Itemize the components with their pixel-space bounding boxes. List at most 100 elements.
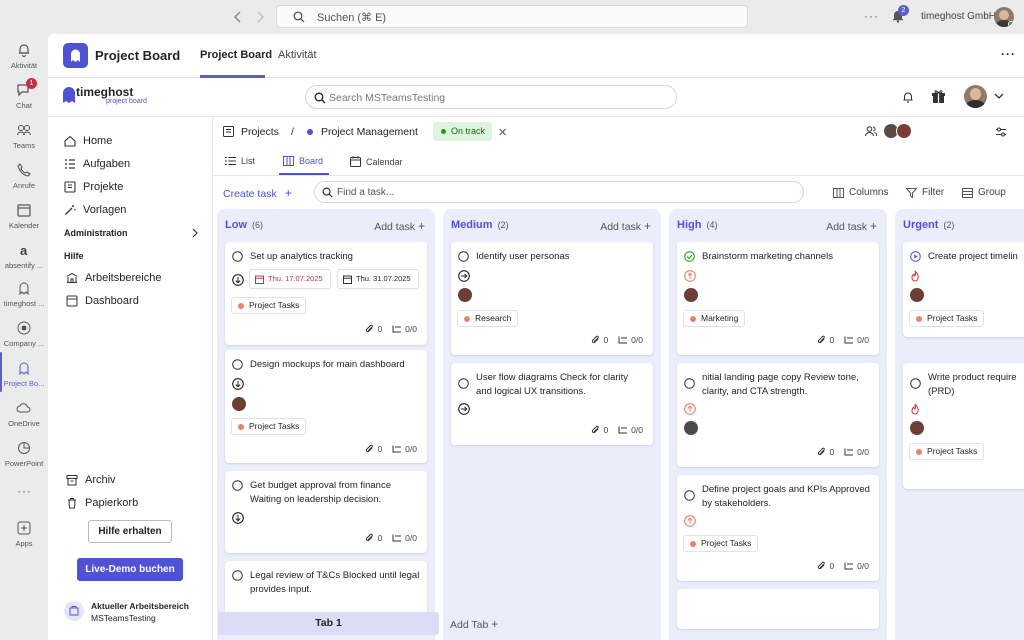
status-badge[interactable]: On track xyxy=(433,122,492,141)
forward-arrow-icon[interactable] xyxy=(252,9,268,25)
timeghost-icon xyxy=(19,282,29,296)
rail-item-apps[interactable]: Apps xyxy=(0,520,48,548)
sidebar-item-home[interactable]: Home xyxy=(64,135,112,147)
task-checkbox-icon[interactable] xyxy=(232,570,243,581)
sidebar-item-trash[interactable]: Papierkorb xyxy=(66,497,138,509)
workspace-search-input[interactable]: Search MSTeamsTesting xyxy=(305,85,677,109)
columns-button[interactable]: Columns xyxy=(833,187,888,198)
rail-item-company[interactable]: Company ... xyxy=(0,320,48,348)
rail-item-onedrive[interactable]: OneDrive xyxy=(0,400,48,428)
subtasks-icon xyxy=(844,336,854,343)
task-card[interactable] xyxy=(677,589,879,629)
sheet-tab-1[interactable]: Tab 1 xyxy=(218,612,439,635)
rail-item-powerpoint[interactable]: PowerPoint xyxy=(0,440,48,468)
tag-pill[interactable]: Project Tasks xyxy=(909,443,985,460)
sidebar-item-templates[interactable]: Vorlagen xyxy=(64,204,126,216)
global-search-input[interactable]: Suchen (⌘ E) xyxy=(276,5,748,28)
start-date[interactable]: Thu. 17.07.2025 xyxy=(249,269,331,289)
section-administration[interactable]: Administration xyxy=(64,228,128,238)
app-more-icon[interactable]: ··· xyxy=(1001,47,1016,61)
task-checkbox-icon[interactable] xyxy=(232,359,243,370)
members-icon[interactable] xyxy=(865,125,877,137)
sidebar-item-archive[interactable]: Archiv xyxy=(66,474,116,486)
live-demo-button[interactable]: Live-Demo buchen xyxy=(77,558,183,581)
sidebar-item-tasks[interactable]: Aufgaben xyxy=(64,158,130,170)
add-tab-button[interactable]: Add Tab + xyxy=(450,617,498,631)
task-card[interactable]: Identify user personas Research 0 0/0 xyxy=(451,242,653,355)
task-checkbox-icon[interactable] xyxy=(684,490,695,501)
find-task-input[interactable]: Find a task... xyxy=(314,181,804,203)
more-options-icon[interactable]: ··· xyxy=(864,9,879,23)
breadcrumb-project[interactable]: Project Management xyxy=(321,126,418,138)
tag-pill[interactable]: Research xyxy=(457,310,519,327)
chevron-down-icon[interactable] xyxy=(994,92,1004,100)
assignee-avatar[interactable] xyxy=(684,421,698,435)
task-title: Define project goals and KPIs Approved b… xyxy=(702,484,870,509)
end-date[interactable]: Thu. 31.07.2025 xyxy=(337,269,419,289)
rail-item-project-board[interactable]: Project Bo... xyxy=(0,360,48,388)
rail-item-activity[interactable]: Aktivität xyxy=(0,42,48,70)
gift-icon[interactable] xyxy=(931,89,946,104)
more-apps-icon[interactable]: ··· xyxy=(17,484,32,498)
add-task-button[interactable]: Add task + xyxy=(826,219,877,233)
task-checkbox-icon[interactable] xyxy=(458,251,469,262)
task-card[interactable]: Create project timelin Project Tasks xyxy=(903,242,1024,337)
task-in-progress-icon[interactable] xyxy=(910,251,921,262)
member-avatar[interactable] xyxy=(896,123,912,139)
settings-sliders-icon[interactable] xyxy=(995,126,1007,138)
chevron-right-icon[interactable] xyxy=(192,228,198,238)
task-card[interactable]: Get budget approval from finance Waiting… xyxy=(225,471,427,553)
assignee-avatar[interactable] xyxy=(910,421,924,435)
bell-icon[interactable] xyxy=(901,90,915,104)
task-card[interactable]: Brainstorm marketing channels Marketing … xyxy=(677,242,879,355)
add-task-button[interactable]: Add task + xyxy=(374,219,425,233)
view-tabs: List Board Calendar xyxy=(213,146,1024,176)
profile-avatar[interactable] xyxy=(964,85,987,108)
tag-pill[interactable]: Project Tasks xyxy=(231,418,307,435)
group-button[interactable]: Group xyxy=(962,187,1006,198)
task-card[interactable]: Write product require (PRD) Project Task… xyxy=(903,363,1024,489)
task-checkbox-icon[interactable] xyxy=(232,251,243,262)
tag-pill[interactable]: Project Tasks xyxy=(231,297,307,314)
task-card[interactable]: User flow diagrams Check for clarity and… xyxy=(451,363,653,445)
tag-pill[interactable]: Project Tasks xyxy=(909,310,985,327)
task-checkbox-icon[interactable] xyxy=(232,480,243,491)
help-button[interactable]: Hilfe erhalten xyxy=(88,520,172,543)
task-card[interactable]: nitial landing page copy Review tone, cl… xyxy=(677,363,879,467)
task-card[interactable]: Set up analytics tracking Thu. 17.07.202… xyxy=(225,242,427,345)
sidebar-item-projects[interactable]: Projekte xyxy=(64,181,123,193)
task-card[interactable]: Design mockups for main dashboard Projec… xyxy=(225,350,427,463)
rail-item-chat[interactable]: Chat 1 xyxy=(0,78,48,110)
filter-button[interactable]: Filter xyxy=(906,187,944,198)
breadcrumb-projects[interactable]: Projects xyxy=(241,126,279,138)
task-checkbox-icon[interactable] xyxy=(684,378,695,389)
assignee-avatar[interactable] xyxy=(232,397,246,411)
sidebar-item-workspaces[interactable]: Arbeitsbereiche xyxy=(66,272,161,284)
back-arrow-icon[interactable] xyxy=(230,9,246,25)
rail-item-calls[interactable]: Anrufe xyxy=(0,162,48,190)
close-icon[interactable]: ✕ xyxy=(498,126,507,139)
tag-pill[interactable]: Project Tasks xyxy=(683,535,759,552)
tab-list[interactable]: List xyxy=(225,156,255,166)
sidebar-item-dashboard[interactable]: Dashboard xyxy=(66,295,139,307)
tab-calendar[interactable]: Calendar xyxy=(350,156,403,167)
task-card[interactable]: Define project goals and KPIs Approved b… xyxy=(677,475,879,581)
rail-item-timeghost[interactable]: timeghost ... xyxy=(0,280,48,308)
task-checkbox-icon[interactable] xyxy=(910,378,921,389)
notification-bell-icon[interactable]: 2 xyxy=(891,5,909,23)
assignee-avatar[interactable] xyxy=(684,288,698,302)
assignee-avatar[interactable] xyxy=(458,288,472,302)
rail-item-teams[interactable]: Teams xyxy=(0,122,48,150)
task-checkbox-icon[interactable] xyxy=(458,378,469,389)
add-task-button[interactable]: Add task + xyxy=(600,219,651,233)
tag-pill[interactable]: Marketing xyxy=(683,310,746,327)
tab-activity[interactable]: Aktivität xyxy=(278,49,317,61)
tab-project-board[interactable]: Project Board xyxy=(200,49,272,61)
rail-item-calendar[interactable]: Kalender xyxy=(0,202,48,230)
task-completed-icon[interactable] xyxy=(684,251,695,262)
assignee-avatar[interactable] xyxy=(910,288,924,302)
rail-item-absentify[interactable]: a absentify ... xyxy=(0,242,48,270)
user-avatar[interactable] xyxy=(994,7,1014,27)
create-task-button[interactable]: Create task + xyxy=(223,186,292,200)
tab-board[interactable]: Board xyxy=(283,156,323,166)
